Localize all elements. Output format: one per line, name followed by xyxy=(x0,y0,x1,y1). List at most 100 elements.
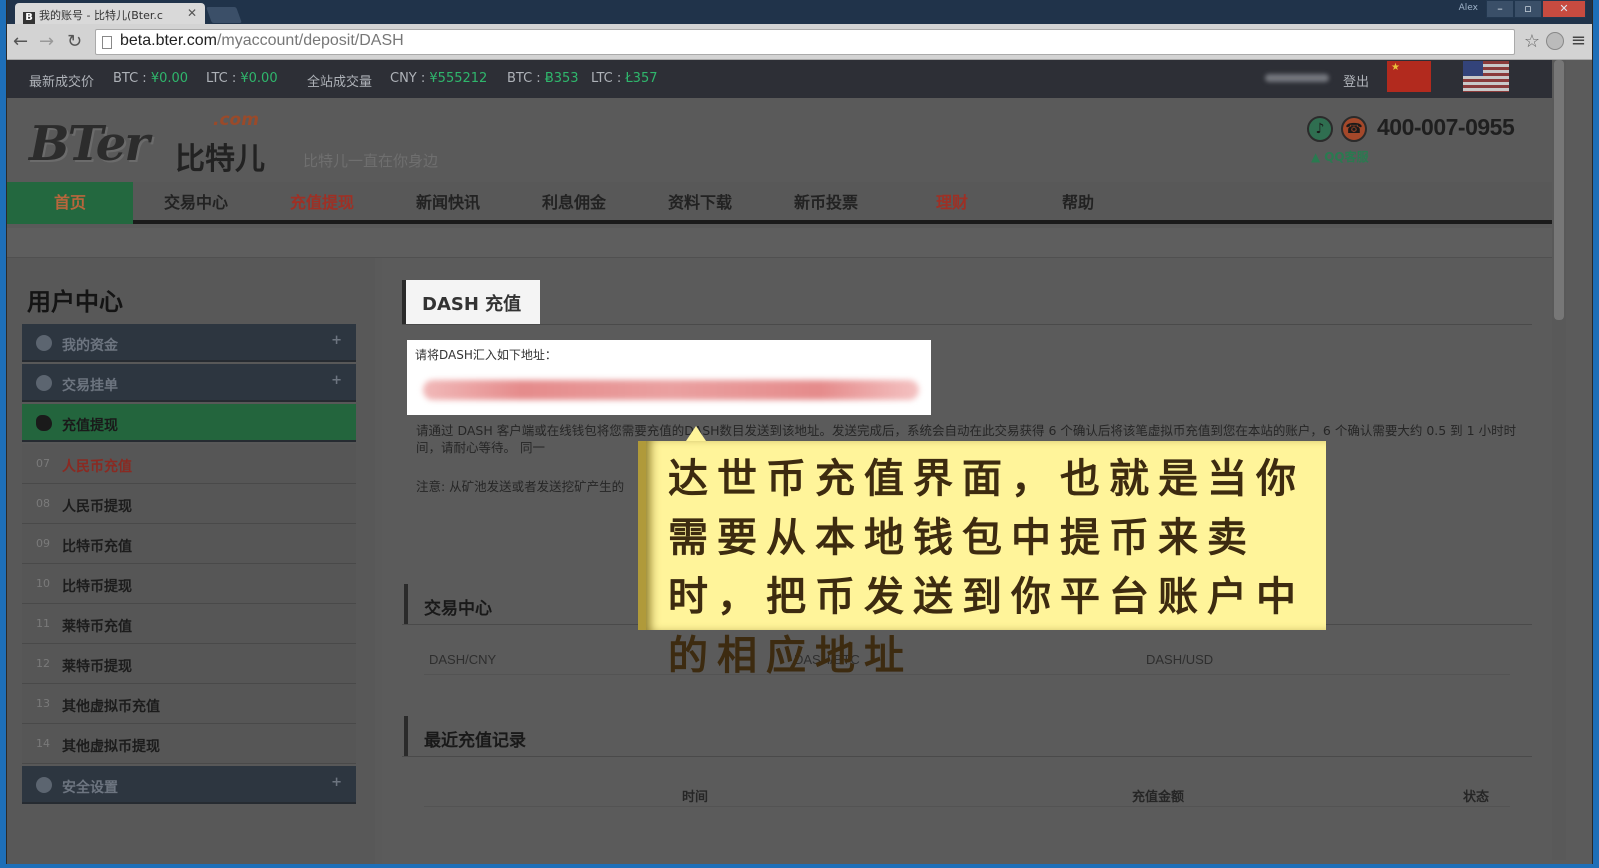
price-ticker: 最新成交价 BTC : ¥0.00 LTC : ¥0.00 全站成交量 CNY … xyxy=(7,60,1552,98)
sidebar-group-label: 充值提现 xyxy=(62,418,118,434)
back-icon[interactable]: ← xyxy=(13,31,28,52)
item-number: 13 xyxy=(36,697,50,710)
cny-volume: ¥555212 xyxy=(429,71,488,86)
nav-downloads[interactable]: 资料下载 xyxy=(637,182,763,224)
browser-tab[interactable]: B 我的账号 - 比特儿(Bter.c ✕ xyxy=(15,3,205,25)
cny-volume-label: CNY : xyxy=(390,71,426,86)
expand-icon[interactable]: + xyxy=(331,333,342,348)
item-number: 10 xyxy=(36,577,50,590)
china-flag-icon[interactable] xyxy=(1387,61,1431,92)
sidebar-item-ltc-withdraw[interactable]: 12 莱特币提现 xyxy=(22,644,356,684)
close-tab-icon[interactable]: ✕ xyxy=(187,6,197,20)
site-logo[interactable]: BTer .com 比特儿 xyxy=(29,110,279,177)
hotline-box: ♪ ☎ 400-007-0955 ▲ QQ客服 xyxy=(1301,112,1521,172)
maximize-button[interactable]: ▫ xyxy=(1514,0,1542,18)
nav-help[interactable]: 帮助 xyxy=(1015,182,1141,224)
page-title: DASH 充值 xyxy=(402,280,540,324)
minimize-button[interactable]: – xyxy=(1486,0,1514,18)
expand-icon[interactable]: + xyxy=(331,775,342,790)
column-header-amount: 充值金额 xyxy=(1132,790,1185,805)
sidebar-item-btc-withdraw[interactable]: 10 比特币提现 xyxy=(22,564,356,604)
sidebar-item-other-deposit[interactable]: 13 其他虚拟币充值 xyxy=(22,684,356,724)
page-icon xyxy=(102,36,112,49)
sidebar-item-btc-deposit[interactable]: 09 比特币充值 xyxy=(22,524,356,564)
reload-icon[interactable]: ↻ xyxy=(67,31,82,52)
sidebar: 用户中心 我的资金 + 交易挂单 + 充值提现 07 人民币充值 08 人民币提现 09… xyxy=(7,258,375,864)
callout-text: 达世币充值界面，也就是当你需要从本地钱包中提币来卖时，把币发送到你平台账户中的相… xyxy=(668,455,1305,679)
nav-interest[interactable]: 利息佣金 xyxy=(511,182,637,224)
us-flag-icon[interactable] xyxy=(1463,61,1509,92)
sidebar-group-label: 安全设置 xyxy=(62,780,118,796)
sidebar-item-other-withdraw[interactable]: 14 其他虚拟币提现 xyxy=(22,724,356,764)
browser-toolbar: ← → ↻ beta.bter.com/myaccount/deposit/DA… xyxy=(7,24,1592,60)
close-window-button[interactable]: ✕ xyxy=(1542,0,1586,18)
ltc-price: ¥0.00 xyxy=(240,71,278,86)
sidebar-group-orders[interactable]: 交易挂单 + xyxy=(22,364,356,402)
btc-volume: Ƀ353 xyxy=(544,71,579,86)
logo-wordmark: BTer xyxy=(29,116,150,172)
sidebar-item-cny-withdraw[interactable]: 08 人民币提现 xyxy=(22,484,356,524)
logo-chinese: 比特儿 xyxy=(175,142,265,177)
menu-icon[interactable]: ≡ xyxy=(1571,32,1586,50)
sidebar-item-label: 比特币充值 xyxy=(62,539,132,555)
sidebar-item-label: 人民币提现 xyxy=(62,499,132,515)
sidebar-item-label: 莱特币提现 xyxy=(62,659,132,675)
ltc-label: LTC : xyxy=(206,71,237,86)
sidebar-item-cny-deposit[interactable]: 07 人民币充值 xyxy=(22,444,356,484)
url-host: beta.bter.com xyxy=(120,32,217,49)
qq-support-label: QQ客服 xyxy=(1324,150,1369,164)
latest-price-label: 最新成交价 xyxy=(29,75,95,90)
new-tab-button[interactable] xyxy=(206,7,242,23)
nav-trade-center[interactable]: 交易中心 xyxy=(133,182,259,224)
sidebar-item-label: 其他虚拟币充值 xyxy=(62,699,160,715)
column-header-time: 时间 xyxy=(682,790,709,805)
annotation-callout: 达世币充值界面，也就是当你需要从本地钱包中提币来卖时，把币发送到你平台账户中的相… xyxy=(638,426,1326,679)
divider xyxy=(424,806,1510,807)
sidebar-group-funds[interactable]: 我的资金 + xyxy=(22,324,356,362)
extension-globe-icon[interactable] xyxy=(1546,32,1564,50)
page-scrollbar[interactable] xyxy=(1552,60,1566,860)
main-nav: 首页 交易中心 充值提现 新闻快讯 利息佣金 资料下载 新币投票 理财 帮助 xyxy=(7,182,1552,224)
url-path: /myaccount/deposit/DASH xyxy=(216,32,404,49)
ltc-volume: Ł357 xyxy=(625,71,658,86)
nav-home[interactable]: 首页 xyxy=(7,182,133,224)
item-number: 08 xyxy=(36,497,50,510)
sidebar-item-ltc-deposit[interactable]: 11 莱特币充值 xyxy=(22,604,356,644)
tab-title: 我的账号 - 比特儿(Bter.c xyxy=(39,9,163,22)
scrollbar-thumb[interactable] xyxy=(1554,60,1564,320)
address-prompt: 请将DASH汇入如下地址： xyxy=(415,348,557,362)
bookmark-star-icon[interactable]: ☆ xyxy=(1524,31,1540,52)
nav-finance[interactable]: 理财 xyxy=(889,182,1015,224)
logout-link[interactable]: 登出 xyxy=(1343,71,1369,90)
browser-window: B 我的账号 - 比特儿(Bter.c ✕ Alex – ▫ ✕ ← → ↻ be… xyxy=(6,0,1593,864)
sidebar-group-label: 我的资金 xyxy=(62,338,118,354)
profile-name[interactable]: Alex xyxy=(1459,0,1486,18)
trade-center-title: 交易中心 xyxy=(404,584,604,624)
sidebar-item-label: 人民币充值 xyxy=(62,459,132,475)
nav-deposit-withdraw[interactable]: 充值提现 xyxy=(259,182,385,224)
sidebar-item-label: 比特币提现 xyxy=(62,579,132,595)
qq-support-link[interactable]: ▲ QQ客服 xyxy=(1311,146,1373,166)
item-number: 11 xyxy=(36,617,50,630)
blurred-username xyxy=(1265,74,1329,82)
tab-strip: B 我的账号 - 比特儿(Bter.c ✕ Alex – ▫ ✕ xyxy=(7,0,1592,25)
address-bar[interactable]: beta.bter.com/myaccount/deposit/DASH xyxy=(95,29,1515,55)
item-number: 14 xyxy=(36,737,50,750)
market-link-dash-cny[interactable]: DASH/CNY xyxy=(429,652,496,667)
phone-icon: ☎ xyxy=(1341,116,1367,142)
nav-coin-vote[interactable]: 新币投票 xyxy=(763,182,889,224)
sidebar-title: 用户中心 xyxy=(27,288,123,316)
favicon-icon: B xyxy=(23,12,35,24)
blurred-deposit-address[interactable] xyxy=(423,380,919,400)
sidebar-group-security[interactable]: 安全设置 + xyxy=(22,766,356,804)
item-number: 07 xyxy=(36,457,50,470)
sidebar-item-label: 其他虚拟币提现 xyxy=(62,739,160,755)
bell-icon[interactable]: ♪ xyxy=(1307,116,1333,142)
forward-icon[interactable]: → xyxy=(39,31,54,52)
sidebar-group-deposit[interactable]: 充值提现 xyxy=(22,404,356,442)
expand-icon[interactable]: + xyxy=(331,373,342,388)
btc-label: BTC : xyxy=(113,71,147,86)
nav-news[interactable]: 新闻快讯 xyxy=(385,182,511,224)
exchange-icon xyxy=(36,375,52,391)
site-slogan: 比特儿一直在你身边 xyxy=(303,152,439,170)
